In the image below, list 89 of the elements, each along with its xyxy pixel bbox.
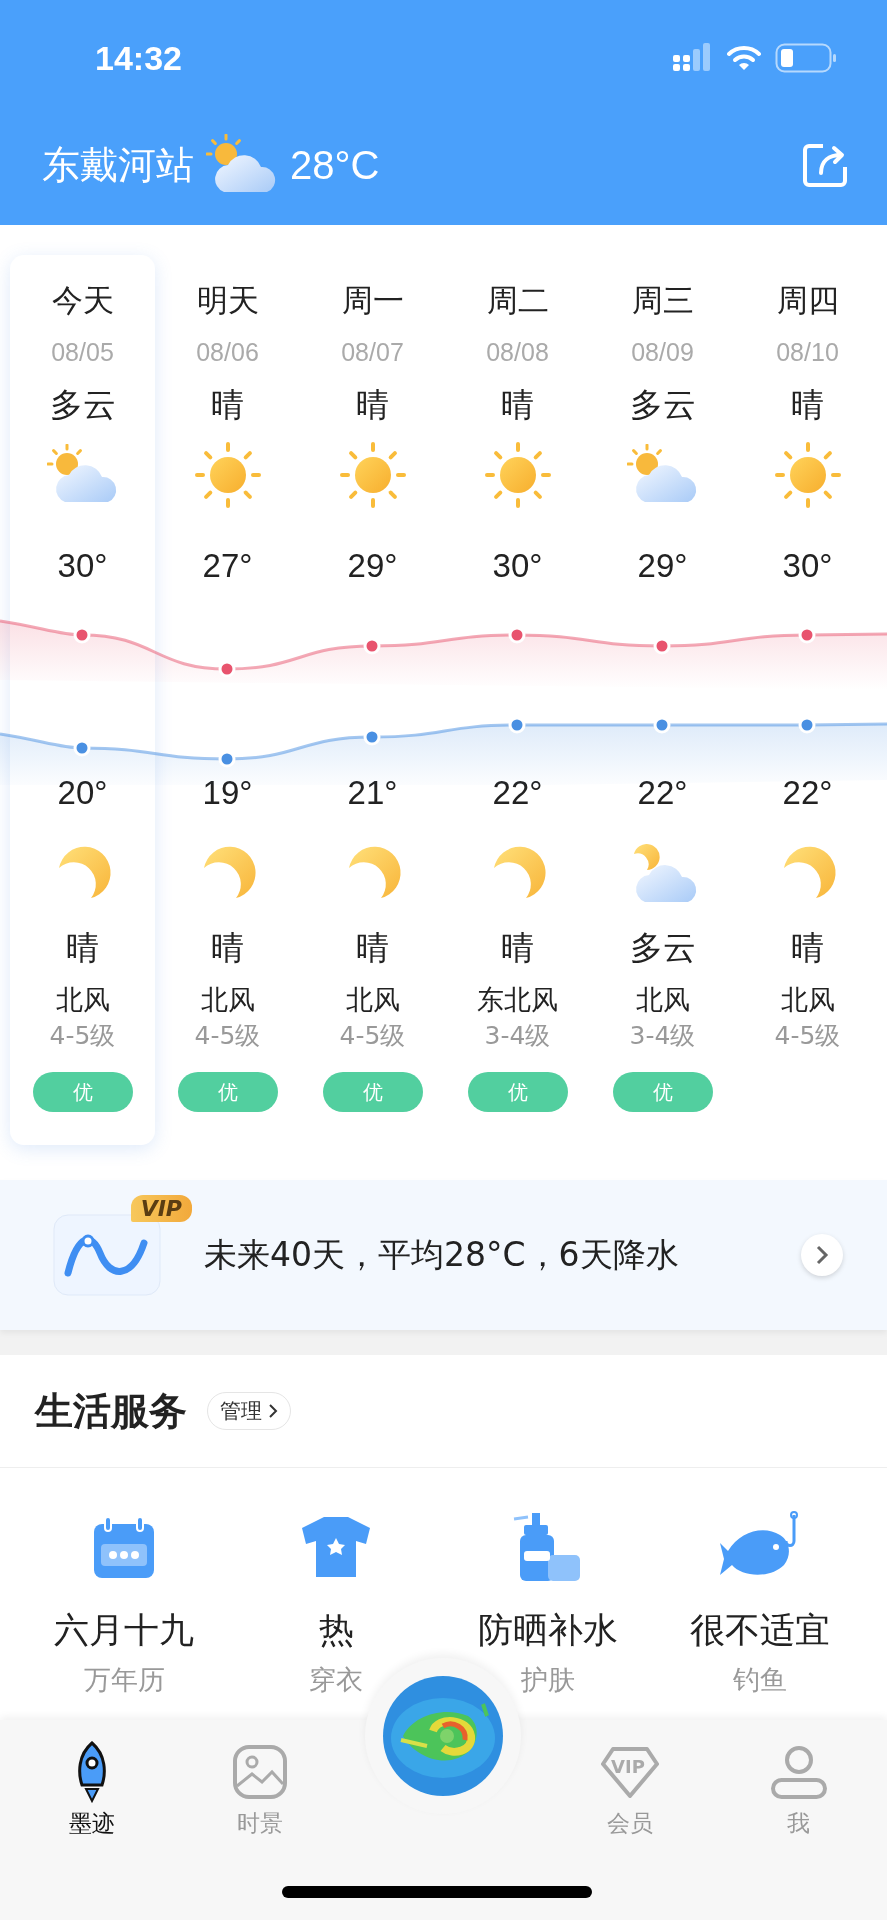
service-value[interactable]: 热 bbox=[318, 1608, 354, 1652]
day-name: 今天 bbox=[51, 281, 114, 320]
day-column[interactable]: 周三 08/09 多云 29° 22° 多云 北风 3-4级 优 bbox=[590, 255, 735, 1145]
wind-level: 4-5级 bbox=[774, 1020, 841, 1052]
day-condition: 晴 bbox=[211, 385, 244, 425]
day-date: 08/05 bbox=[51, 337, 114, 368]
air-quality-badge: 优 bbox=[177, 1072, 278, 1112]
wind-level: 3-4级 bbox=[484, 1020, 551, 1052]
high-temperature: 27° bbox=[202, 546, 253, 586]
day-date: 08/06 bbox=[196, 337, 259, 368]
wind-level: 4-5级 bbox=[339, 1020, 406, 1052]
high-temperature: 29° bbox=[637, 546, 688, 586]
vip-badge: VIP bbox=[130, 1195, 192, 1222]
wind-direction: 北风 bbox=[55, 983, 110, 1017]
day-column[interactable]: 周二 08/08 晴 30° 22° 晴 东北风 3-4级 优 bbox=[445, 255, 590, 1145]
day-column[interactable]: 明天 08/06 晴 27° 19° 晴 北风 4-5级 优 bbox=[155, 255, 300, 1145]
forecast-banner[interactable]: VIP 未来40天，平均28°C，6天降水 bbox=[0, 1180, 887, 1330]
signal-icon bbox=[673, 43, 713, 73]
current-temperature: 28°C bbox=[290, 142, 380, 188]
air-quality-badge: 优 bbox=[32, 1072, 133, 1112]
day-condition: 晴 bbox=[501, 385, 534, 425]
low-temperature: 22° bbox=[492, 773, 543, 813]
air-quality-badge: 优 bbox=[467, 1072, 568, 1112]
service-label: 钓鱼 bbox=[733, 1663, 787, 1697]
low-temperature: 19° bbox=[202, 773, 253, 813]
wind-direction: 北风 bbox=[345, 983, 400, 1017]
section-title: 生活服务 bbox=[35, 1387, 187, 1435]
shirt-icon bbox=[300, 1514, 372, 1580]
day-condition: 晴 bbox=[791, 385, 824, 425]
day-name: 周一 bbox=[341, 281, 404, 320]
wind-direction: 东北风 bbox=[477, 983, 558, 1017]
banner-text: 未来40天，平均28°C，6天降水 bbox=[204, 1233, 679, 1276]
wind-direction: 北风 bbox=[635, 983, 690, 1017]
air-quality-badge: 优 bbox=[612, 1072, 713, 1112]
selected-day-card[interactable]: 今天 08/05 多云 30° 20° 晴 北风 4-5级 优 bbox=[10, 255, 155, 1145]
service-value[interactable]: 防晒补水 bbox=[478, 1608, 618, 1652]
day-condition: 多云 bbox=[629, 385, 696, 425]
wind-level: 4-5级 bbox=[49, 1020, 116, 1052]
chevron-right-icon bbox=[268, 1403, 278, 1419]
high-temperature: 30° bbox=[782, 546, 833, 586]
day-name: 周四 bbox=[776, 281, 839, 320]
high-temperature: 30° bbox=[492, 546, 543, 586]
service-label: 万年历 bbox=[83, 1663, 165, 1697]
night-condition: 晴 bbox=[501, 928, 534, 968]
day-date: 08/07 bbox=[341, 337, 404, 368]
service-label: 穿衣 bbox=[309, 1663, 363, 1697]
chevron-right-icon bbox=[815, 1244, 829, 1266]
day-column[interactable]: 周一 08/07 晴 29° 21° 晴 北风 4-5级 优 bbox=[300, 255, 445, 1145]
image-icon bbox=[232, 1744, 288, 1800]
high-temperature: 29° bbox=[347, 546, 398, 586]
low-temperature: 22° bbox=[782, 773, 833, 813]
low-temperature: 21° bbox=[347, 773, 398, 813]
high-temperature: 30° bbox=[57, 546, 108, 586]
share-icon bbox=[801, 141, 849, 189]
diamond-icon bbox=[601, 1746, 659, 1798]
service-value[interactable]: 六月十九 bbox=[54, 1608, 194, 1652]
night-condition: 晴 bbox=[211, 928, 244, 968]
day-date: 08/10 bbox=[776, 337, 839, 368]
wifi-icon bbox=[727, 45, 761, 71]
status-time: 14:32 bbox=[95, 38, 182, 78]
day-date: 08/08 bbox=[486, 337, 549, 368]
wind-direction: 北风 bbox=[780, 983, 835, 1017]
day-name: 周三 bbox=[631, 281, 694, 320]
day-name: 周二 bbox=[486, 281, 549, 320]
day-column[interactable]: 周四 08/10 晴 30° 22° 晴 北风 4-5级 bbox=[735, 255, 880, 1145]
vip-label: VIP bbox=[611, 1756, 645, 1777]
low-temperature: 22° bbox=[637, 773, 688, 813]
day-date: 08/09 bbox=[631, 337, 694, 368]
station-name: 东戴河站 bbox=[42, 141, 194, 189]
day-name: 明天 bbox=[196, 281, 259, 320]
low-temperature: 20° bbox=[57, 773, 108, 813]
night-condition: 晴 bbox=[66, 928, 99, 968]
wind-direction: 北风 bbox=[200, 983, 255, 1017]
night-condition: 多云 bbox=[629, 928, 696, 968]
share-button[interactable] bbox=[801, 141, 849, 189]
wind-level: 4-5级 bbox=[194, 1020, 261, 1052]
night-condition: 晴 bbox=[356, 928, 389, 968]
night-condition: 晴 bbox=[791, 928, 824, 968]
person-icon bbox=[769, 1744, 828, 1800]
day-condition: 多云 bbox=[49, 385, 116, 425]
air-quality-badge: 优 bbox=[322, 1072, 423, 1112]
wind-level: 3-4级 bbox=[629, 1020, 696, 1052]
service-value[interactable]: 很不适宜 bbox=[690, 1608, 830, 1652]
chevron-button[interactable] bbox=[801, 1234, 843, 1276]
battery-icon bbox=[775, 43, 837, 73]
manage-button[interactable]: 管理 bbox=[207, 1392, 291, 1430]
day-condition: 晴 bbox=[356, 385, 389, 425]
service-label: 护肤 bbox=[521, 1663, 575, 1697]
tab[interactable]: 墨迹 bbox=[0, 1744, 184, 1838]
